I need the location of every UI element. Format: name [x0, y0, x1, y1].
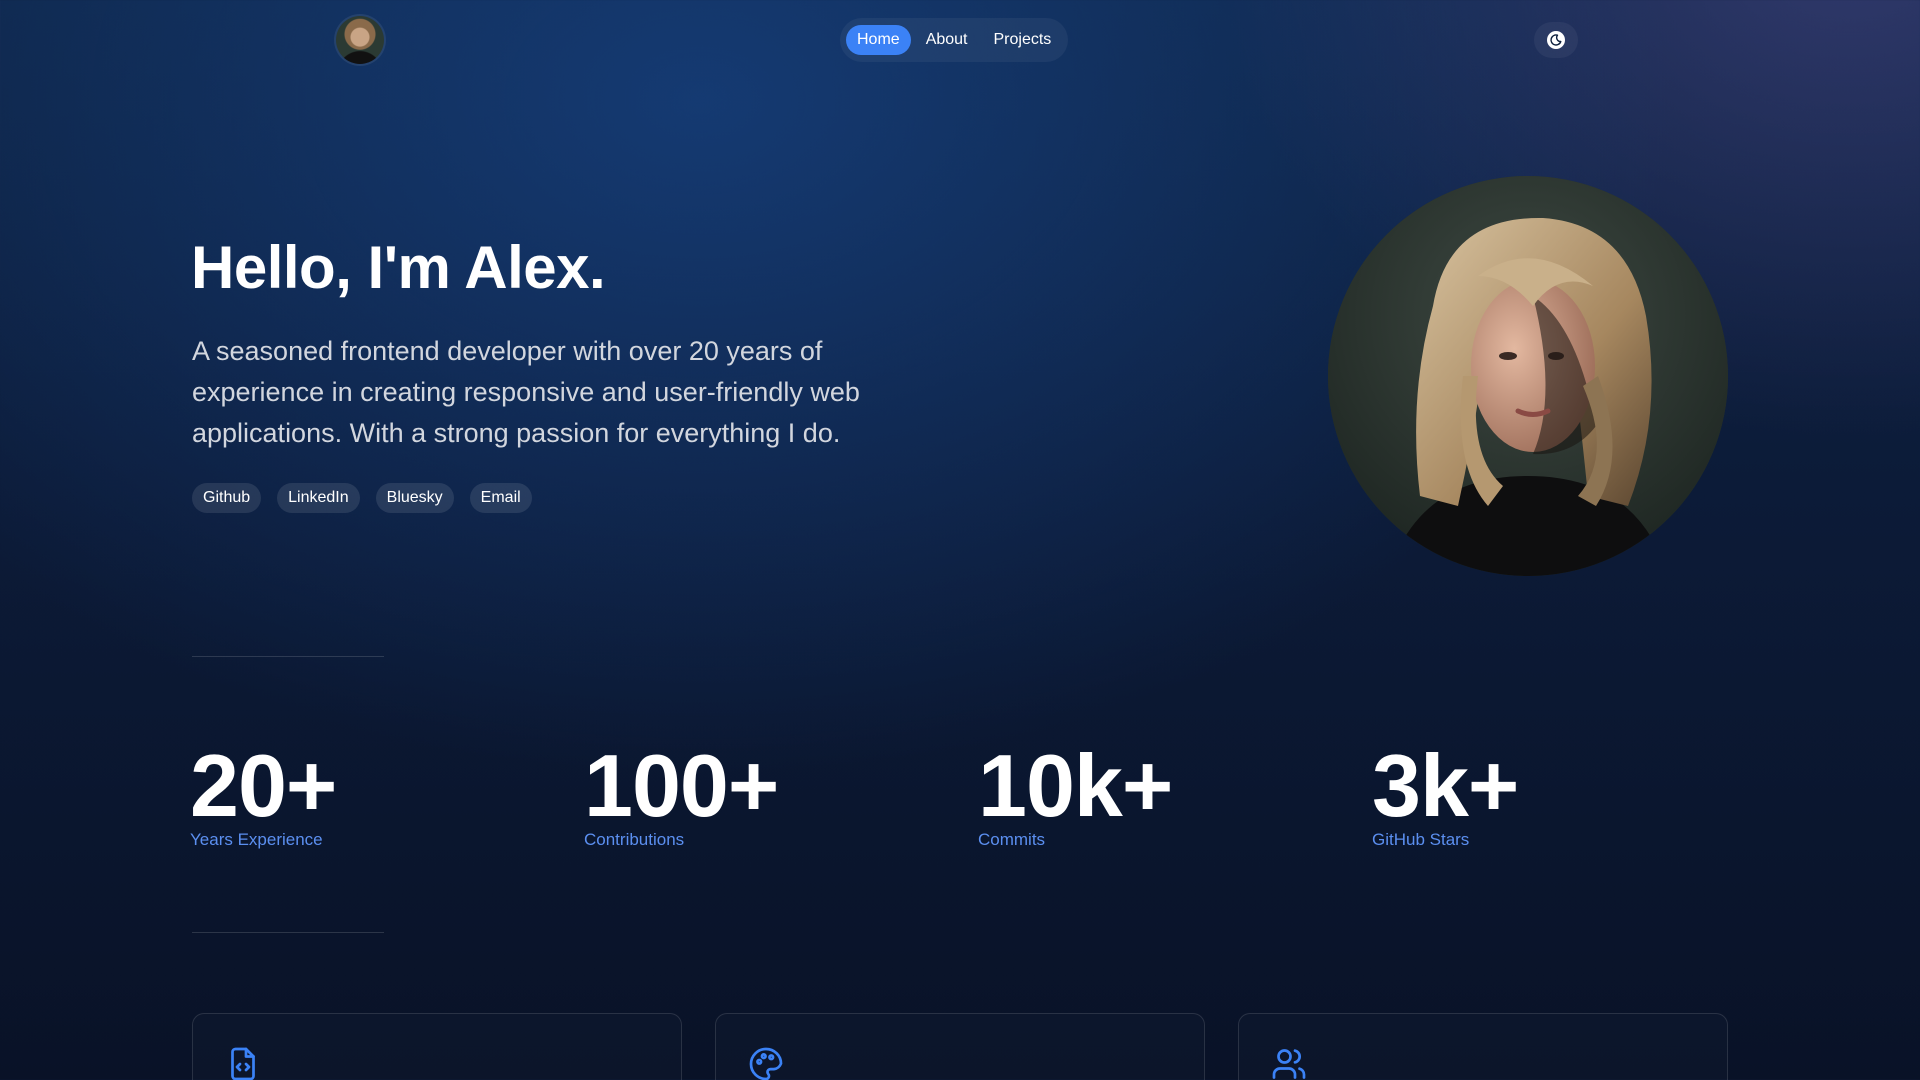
social-links: Github LinkedIn Bluesky Email	[192, 483, 532, 513]
hero-description: A seasoned frontend developer with over …	[192, 336, 860, 448]
stat-value: 100+	[584, 736, 779, 835]
stat-value: 20+	[190, 736, 337, 835]
moon-icon	[1547, 31, 1565, 49]
social-link-email[interactable]: Email	[469, 483, 532, 513]
stat-commits: 10k+ Commits	[978, 736, 1173, 850]
feature-card[interactable]	[1238, 1013, 1728, 1080]
nav-link-projects[interactable]: Projects	[983, 25, 1063, 55]
feature-card[interactable]	[715, 1013, 1205, 1080]
social-link-linkedin[interactable]: LinkedIn	[277, 483, 360, 513]
feature-card[interactable]	[192, 1013, 682, 1080]
avatar[interactable]	[336, 16, 384, 64]
social-link-bluesky[interactable]: Bluesky	[375, 483, 454, 513]
stat-value: 10k+	[978, 736, 1173, 835]
nav-link-about[interactable]: About	[915, 25, 979, 55]
nav-link-home[interactable]: Home	[846, 25, 911, 55]
section-divider	[192, 932, 384, 933]
section-divider	[192, 656, 384, 657]
main-nav: Home About Projects	[840, 18, 1069, 62]
stat-label: Years Experience	[190, 830, 323, 849]
profile-portrait	[1328, 176, 1728, 576]
users-icon	[1272, 1049, 1306, 1079]
stat-value: 3k+	[1372, 736, 1519, 835]
file-code-icon	[231, 1047, 255, 1080]
theme-toggle-button[interactable]	[1534, 22, 1578, 58]
hero-title: Hello, I'm Alex.	[191, 234, 606, 301]
social-link-github[interactable]: Github	[192, 483, 262, 513]
stat-years-experience: 20+ Years Experience	[190, 736, 337, 850]
stat-contributions: 100+ Contributions	[584, 736, 779, 850]
palette-icon	[749, 1047, 783, 1080]
stat-github-stars: 3k+ GitHub Stars	[1372, 736, 1519, 850]
